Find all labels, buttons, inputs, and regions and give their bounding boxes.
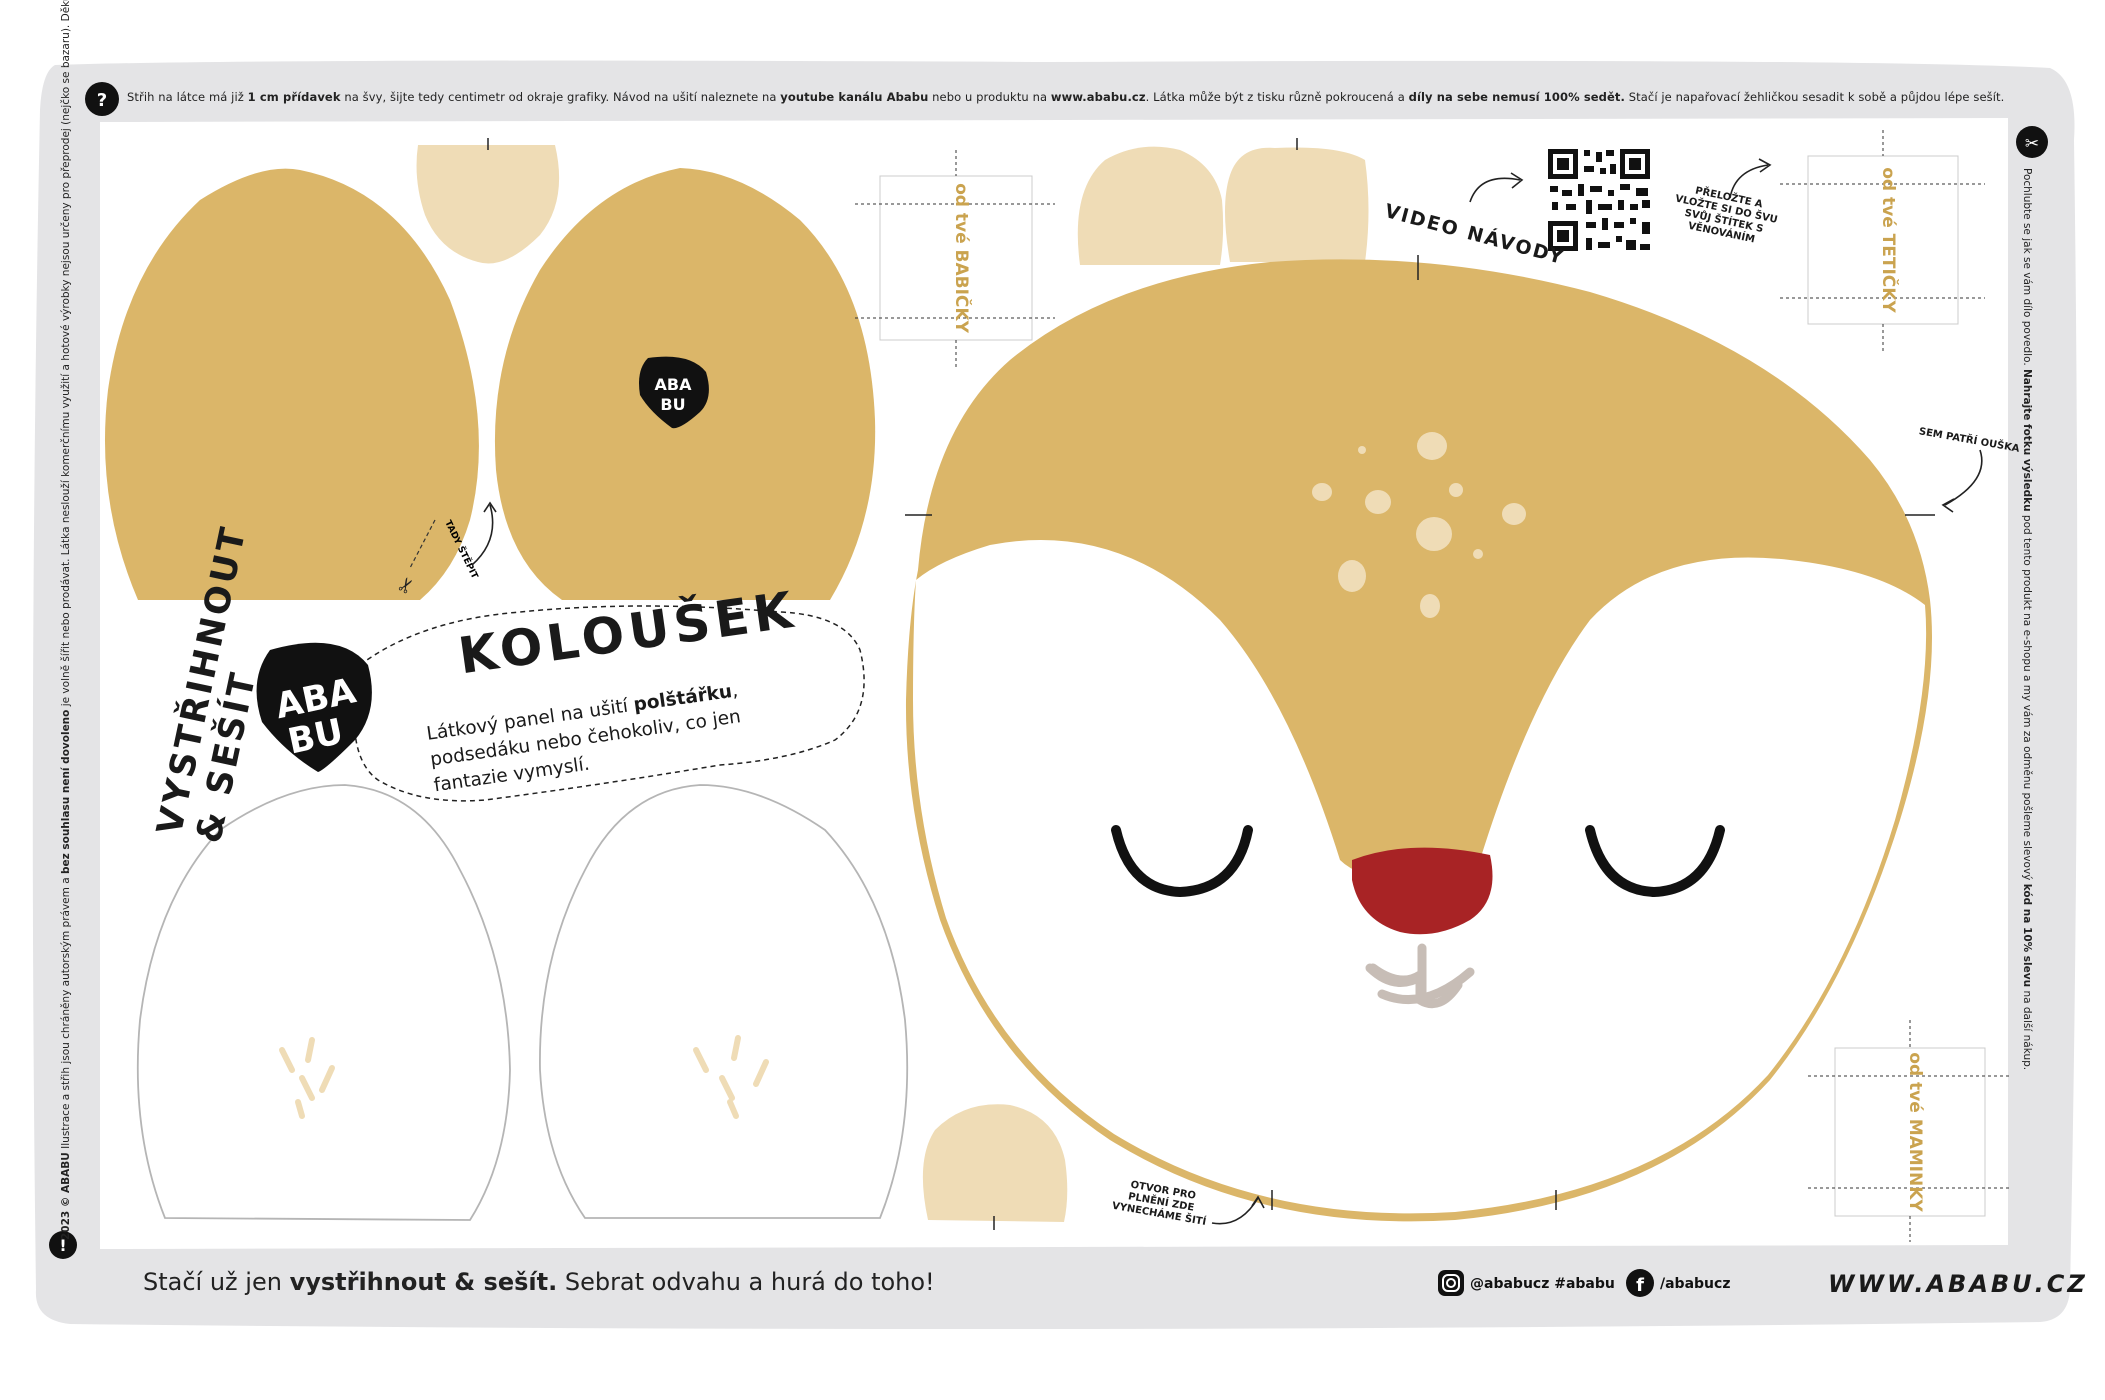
label-tag-1: od tvé BABIČKY [855,150,1055,370]
note-text: Stačí je napařovací žehličkou sesadit k … [1624,90,2005,104]
footer-bold: vystřihnout & sešít. [289,1268,558,1296]
ear-piece-1 [104,168,479,600]
svg-text:?: ? [97,90,107,111]
footer-text: Stačí už jen [143,1268,290,1296]
ear-back-piece-2 [539,784,909,1219]
footer-slogan: Stačí už jen vystřihnout & sešít. Sebrat… [143,1268,935,1296]
copyright-text: Ilustrace a střih jsou chráněny autorský… [60,874,72,1153]
discount-text: pod tento produkt na e-shopu a my vám za… [2021,511,2033,884]
instagram-icon[interactable] [1438,1270,1464,1296]
label-tag-3: od tvé MAMINKY [1808,1020,2012,1242]
inner-ear-piece-3 [1225,147,1369,262]
inner-ear-piece-4 [922,1104,1068,1222]
tag-1-text: od tvé BABIČKY [951,183,973,333]
fawn-face [905,259,1933,1222]
note-bold: 1 cm přídavek [247,90,341,104]
qr-code[interactable] [1545,146,1653,254]
facebook-handle[interactable]: /ababucz [1660,1276,1730,1292]
tag-3-text: od tvé MAMINKY [1905,1052,1925,1212]
discount-note: Pochlubte se jak se vám dílo povedlo. Na… [2021,168,2033,1070]
fabric-panel: ABA BU ✂ TADY ŠTĚPIT od tvé BABIČKY od t… [32,60,2078,1330]
note-text: na švy, šijte tedy centimetr od okraje g… [340,90,781,104]
ababu-logo-large: ABA BU [256,642,372,772]
discount-bold: kód na 10% slevu [2021,883,2033,988]
facebook-icon[interactable]: f [1626,1269,1654,1297]
note-text: . Látka může být z tisku různě pokroucen… [1145,90,1409,104]
scissors-icon: ✂ [2016,126,2048,158]
note-text: Střih na látce má již [127,90,248,104]
help-icon: ? [85,82,119,116]
logo-small-text-1: ABA [655,375,693,394]
discount-bold: Nahrajte fotku výsledku [2021,369,2033,512]
footer-text: Sebrat odvahu a hurá do toho! [557,1268,935,1296]
copyright-text: je volně šířit nebo prodávat. Látka nesl… [60,0,72,710]
logo-small-text-2: BU [660,395,685,414]
ear-back-piece-1 [136,784,511,1221]
discount-text: Pochlubte se jak se vám dílo povedlo. [2021,168,2033,370]
note-bold: díly na sebe nemusí 100% sedět. [1408,90,1625,104]
note-text: nebo u produktu na [928,90,1051,104]
copyright-bold: bez souhlasu není dovoleno [60,709,72,875]
copyright: 2023 © ABABU [60,1152,72,1240]
instagram-handle[interactable]: @ababucz #ababu [1470,1276,1615,1292]
copyright-note: 2023 © ABABU Ilustrace a střih jsou chrá… [60,0,72,1240]
inner-ear-piece-1 [416,145,560,264]
label-tag-2: od tvé TETIČKY [1780,130,1985,352]
note-bold: youtube kanálu Ababu [780,90,929,104]
website-link[interactable]: WWW.ABABU.CZ [1828,1270,2088,1298]
inner-ear-piece-2 [1077,146,1224,265]
svg-text:✂: ✂ [2025,134,2039,154]
note-bold: www.ababu.cz [1050,90,1146,104]
top-instruction-note: Střih na látce má již 1 cm přídavek na š… [127,90,2004,104]
svg-text:f: f [1636,1275,1644,1296]
tag-2-text: od tvé TETIČKY [1878,167,1900,313]
discount-text: na další nákup. [2021,987,2033,1071]
